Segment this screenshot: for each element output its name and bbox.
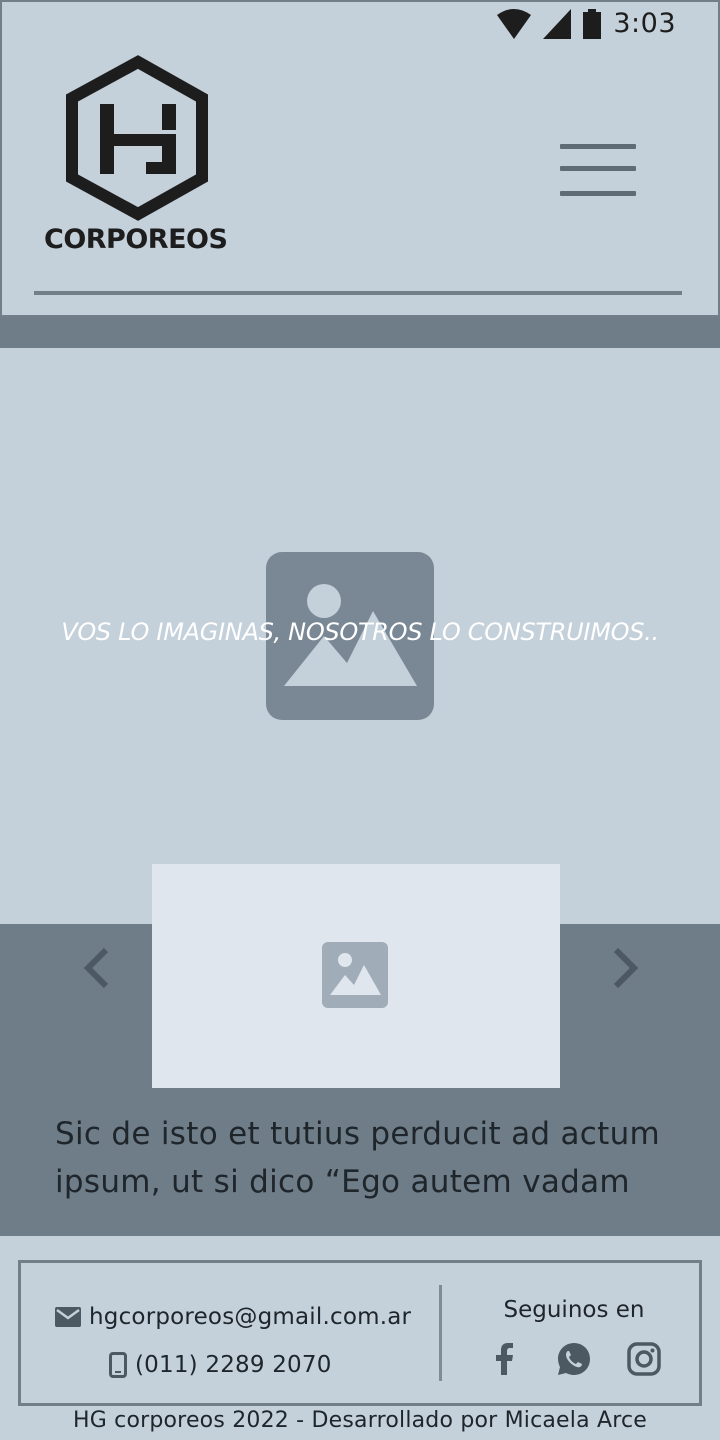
whatsapp-icon[interactable] xyxy=(554,1339,594,1379)
facebook-icon[interactable] xyxy=(484,1339,524,1379)
email-text[interactable]: hgcorporeos@gmail.com.ar xyxy=(89,1304,411,1330)
phone-row[interactable]: (011) 2289 2070 xyxy=(55,1341,435,1389)
hero-tagline: VOS LO IMAGINAS, NOSOTROS LO CONSTRUIMOS… xyxy=(61,618,659,646)
hg-logo-icon[interactable] xyxy=(42,54,238,224)
social-section: Seguinos en xyxy=(461,1293,687,1379)
social-icons xyxy=(461,1339,687,1379)
site-header: CORPOREOS xyxy=(0,0,720,318)
chevron-right-icon[interactable] xyxy=(604,944,644,994)
testimonial-slider: Sic de isto et tutius perducit ad actum … xyxy=(0,864,720,1236)
contact-info: hgcorporeos@gmail.com.ar (011) 2289 2070 xyxy=(55,1293,435,1389)
nav-band xyxy=(0,318,720,348)
slide-text: Sic de isto et tutius perducit ad actum … xyxy=(55,1116,661,1200)
footer-contact-box: hgcorporeos@gmail.com.ar (011) 2289 2070… xyxy=(18,1260,702,1406)
logo-text: CORPOREOS xyxy=(44,224,228,255)
image-placeholder-icon xyxy=(322,942,388,1008)
phone-text[interactable]: (011) 2289 2070 xyxy=(135,1352,332,1378)
chevron-left-icon[interactable] xyxy=(78,944,118,994)
social-title: Seguinos en xyxy=(503,1297,645,1323)
slide-card xyxy=(152,864,560,1088)
instagram-icon[interactable] xyxy=(624,1339,664,1379)
phone-icon xyxy=(109,1352,127,1378)
hero-section: VOS LO IMAGINAS, NOSOTROS LO CONSTRUIMOS… xyxy=(0,348,720,924)
header-divider xyxy=(34,291,682,295)
copyright-text: HG corporeos 2022 - Desarrollado por Mic… xyxy=(72,1408,648,1433)
footer-divider xyxy=(439,1285,442,1381)
email-row[interactable]: hgcorporeos@gmail.com.ar xyxy=(55,1293,435,1341)
hamburger-menu-icon[interactable] xyxy=(560,142,636,202)
mail-icon xyxy=(55,1307,81,1327)
